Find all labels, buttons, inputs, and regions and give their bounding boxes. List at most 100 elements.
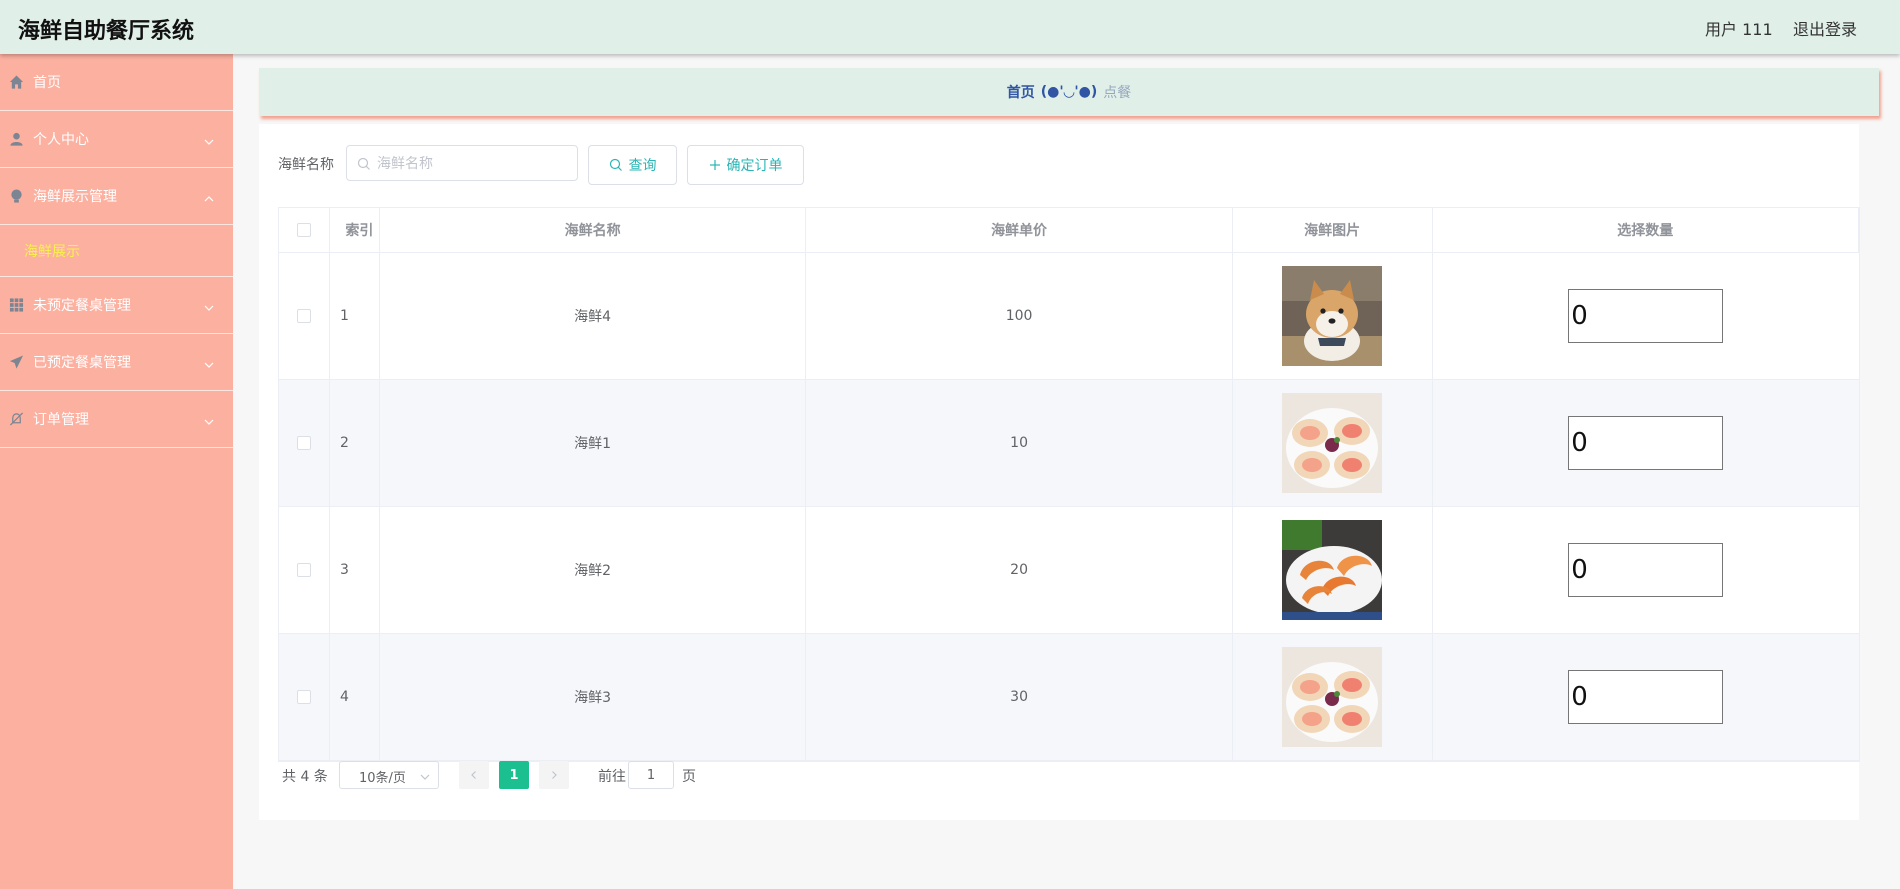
column-header-name: 海鲜名称	[380, 208, 807, 252]
page-size-select[interactable]: 10条/页	[339, 761, 439, 789]
shrimp-image	[1282, 520, 1383, 620]
app-title: 海鲜自助餐厅系统	[18, 19, 195, 44]
quantity-input[interactable]	[1568, 543, 1724, 597]
select-cell	[279, 253, 330, 379]
row-checkbox[interactable]	[296, 436, 311, 450]
quantity-cell	[1433, 380, 1859, 506]
chevron-down-icon	[203, 133, 215, 145]
page-size-value: 10条/页	[359, 771, 406, 786]
index-cell: 2	[330, 380, 380, 506]
image-cell	[1233, 507, 1433, 633]
sidebar-item-label: 未预定餐桌管理	[33, 298, 131, 314]
table-header: 索引 海鲜名称 海鲜单价 海鲜图片 选择数量	[279, 208, 1859, 253]
quantity-input[interactable]	[1568, 289, 1724, 343]
table-row: 3 海鲜2 20	[279, 507, 1859, 634]
quantity-input[interactable]	[1568, 670, 1724, 724]
sidebar-item-personal-center[interactable]: 个人中心	[0, 111, 233, 168]
scallops-image	[1282, 393, 1383, 493]
table-row: 1 海鲜4 100	[279, 253, 1859, 380]
chevron-up-icon	[203, 190, 215, 202]
top-header: 海鲜自助餐厅系统 用户 111 退出登录	[0, 0, 1900, 54]
main-panel: 海鲜名称 查询 确定订单 索引 海鲜名称 海鲜单价 海鲜图片 选择数量 1 海鲜…	[259, 124, 1860, 820]
chevron-left-icon	[471, 771, 476, 779]
goto-label: 前往	[598, 769, 626, 785]
sidebar-item-label: 海鲜展示管理	[33, 189, 117, 205]
row-checkbox[interactable]	[296, 309, 311, 323]
sidebar-item-order-management[interactable]: 订单管理	[0, 391, 233, 448]
quantity-cell	[1433, 507, 1859, 633]
page-number-button[interactable]: 1	[499, 761, 529, 789]
chevron-down-icon	[203, 413, 215, 425]
next-page-button[interactable]	[539, 761, 569, 789]
user-icon	[9, 132, 24, 147]
table-row: 2 海鲜1 10	[279, 380, 1859, 507]
search-input[interactable]	[375, 146, 574, 182]
sidebar: 首页 个人中心 海鲜展示管理 海鲜展示 未预定餐桌管理 已预定餐桌管理 订单管理	[0, 54, 233, 889]
name-cell: 海鲜2	[380, 507, 807, 633]
search-button[interactable]: 查询	[588, 145, 677, 185]
select-cell	[279, 634, 330, 760]
sidebar-item-reserved-tables[interactable]: 已预定餐桌管理	[0, 334, 233, 391]
name-cell: 海鲜3	[380, 634, 807, 760]
quantity-cell	[1433, 634, 1859, 760]
sidebar-item-label: 订单管理	[33, 412, 89, 428]
user-name: 用户 111	[1705, 20, 1773, 39]
price-cell: 100	[806, 253, 1233, 379]
prev-page-button[interactable]	[459, 761, 489, 789]
select-cell	[279, 380, 330, 506]
seafood-table: 索引 海鲜名称 海鲜单价 海鲜图片 选择数量 1 海鲜4 100 0 2 海鲜1…	[278, 207, 1860, 762]
search-input-wrapper[interactable]	[346, 145, 578, 182]
image-cell	[1233, 380, 1433, 506]
select-all-checkbox[interactable]	[296, 223, 311, 237]
name-cell: 海鲜4	[380, 253, 807, 379]
grid-icon	[9, 298, 24, 313]
quantity-cell	[1433, 253, 1859, 379]
confirm-order-button[interactable]: 确定订单	[687, 145, 804, 185]
chevron-down-icon	[420, 771, 430, 781]
breadcrumb-emoticon: (●'◡'●)	[1040, 84, 1098, 100]
shiba-dog-image	[1282, 266, 1383, 366]
row-checkbox[interactable]	[296, 563, 311, 577]
column-header-price: 海鲜单价	[806, 208, 1233, 252]
name-cell: 海鲜1	[380, 380, 807, 506]
image-cell	[1233, 634, 1433, 760]
sidebar-item-home[interactable]: 首页	[0, 54, 233, 111]
row-checkbox[interactable]	[296, 690, 311, 704]
index-cell: 1	[330, 253, 380, 379]
bulb-icon	[9, 189, 24, 204]
sidebar-item-label: 已预定餐桌管理	[33, 355, 131, 371]
header-select-cell	[279, 208, 330, 252]
breadcrumb: 首页 (●'◡'●) 点餐	[259, 68, 1879, 116]
sidebar-item-label: 个人中心	[33, 132, 89, 148]
breadcrumb-home-link[interactable]: 首页	[1007, 82, 1035, 102]
sidebar-subitem-seafood-display[interactable]: 海鲜展示	[0, 225, 233, 277]
goto-page-input[interactable]	[628, 761, 674, 789]
search-icon	[357, 156, 371, 170]
select-cell	[279, 507, 330, 633]
quantity-input[interactable]	[1568, 416, 1724, 470]
index-cell: 4	[330, 634, 380, 760]
sidebar-item-label: 首页	[33, 75, 61, 91]
column-header-index: 索引	[330, 208, 380, 252]
column-header-quantity: 选择数量	[1433, 208, 1859, 252]
image-cell	[1233, 253, 1433, 379]
sidebar-item-unreserved-tables[interactable]: 未预定餐桌管理	[0, 277, 233, 334]
sidebar-subitem-label: 海鲜展示	[24, 243, 80, 260]
chevron-down-icon	[203, 299, 215, 311]
scallops-image	[1282, 647, 1383, 747]
index-cell: 3	[330, 507, 380, 633]
confirm-order-label: 确定订单	[726, 158, 783, 174]
price-cell: 20	[806, 507, 1233, 633]
sidebar-item-seafood-display-management[interactable]: 海鲜展示管理	[0, 168, 233, 225]
pagination-total: 共 4 条	[282, 769, 328, 785]
logout-button[interactable]: 退出登录	[1793, 16, 1857, 40]
home-icon	[9, 75, 24, 90]
search-button-label: 查询	[628, 158, 657, 174]
pagination: 共 4 条 10条/页 1 前往 页	[282, 761, 782, 789]
breadcrumb-current: 点餐	[1103, 85, 1132, 101]
send-icon	[9, 355, 24, 370]
search-label: 海鲜名称	[278, 157, 334, 173]
price-cell: 30	[806, 634, 1233, 760]
price-cell: 10	[806, 380, 1233, 506]
bell-off-icon	[9, 412, 24, 427]
